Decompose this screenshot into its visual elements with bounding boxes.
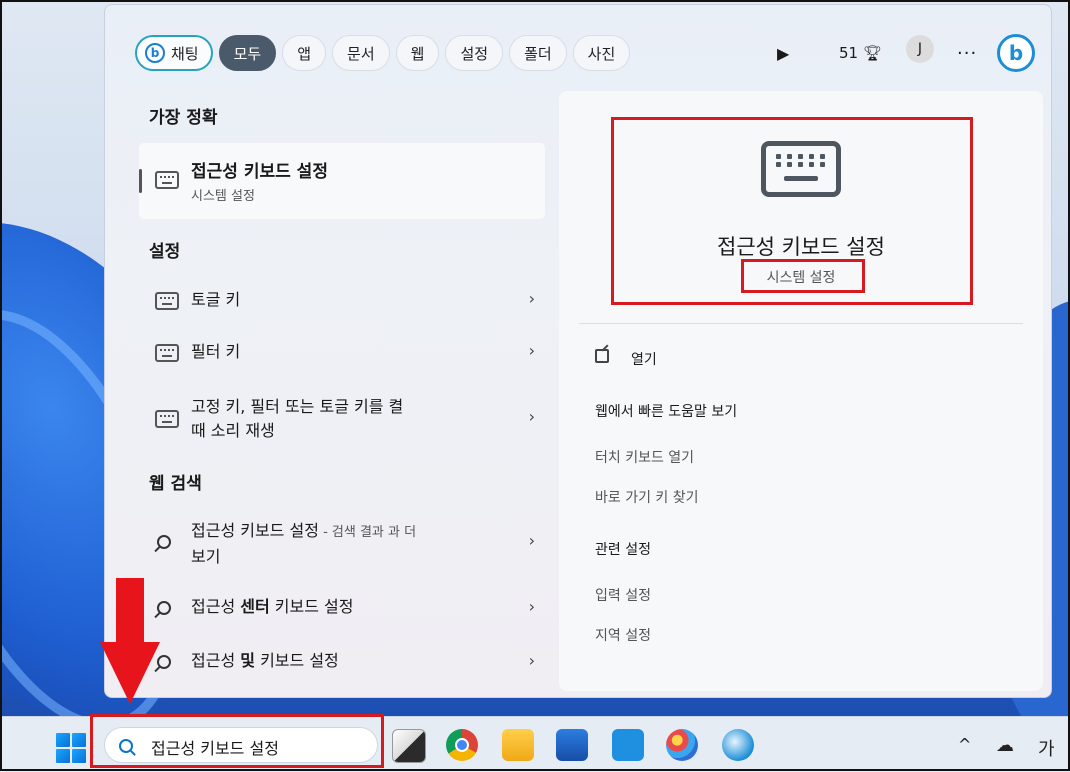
red-arrow-head — [100, 642, 160, 704]
start-button[interactable] — [56, 733, 86, 763]
web-result-post: 키보드 설정 — [269, 597, 354, 616]
chevron-right-icon: › — [528, 341, 535, 360]
more-filters-play-icon[interactable]: ▶ — [777, 35, 789, 71]
bing-icon[interactable]: b — [997, 34, 1035, 72]
keyboard-icon — [155, 292, 179, 310]
web-result-3[interactable]: 접근성 및 키보드 설정 › — [135, 647, 545, 677]
settings-heading: 설정 — [149, 242, 181, 262]
keyboard-icon — [155, 171, 179, 189]
trophy-icon: 🏆︎ — [863, 44, 883, 62]
web-help-action[interactable]: 웹에서 빠른 도움말 보기 — [595, 401, 737, 421]
settings-item-filter-keys[interactable]: 필터 키 › — [135, 339, 545, 367]
best-match-title: 접근성 키보드 설정 — [191, 162, 328, 182]
detail-title: 접근성 키보드 설정 — [717, 235, 885, 259]
filter-web[interactable]: 웹 — [395, 35, 440, 71]
more-options-button[interactable]: ··· — [957, 35, 977, 71]
chevron-right-icon: › — [528, 597, 535, 616]
web-result-post: 키보드 설정 — [254, 651, 339, 670]
settings-item-sticky-keys-sound[interactable]: 고정 키, 필터 또는 토글 키를 켤 때 소리 재생 › — [135, 393, 545, 445]
store-icon[interactable] — [556, 729, 588, 761]
points-value: 51 — [839, 44, 859, 62]
web-result-text: 접근성 키보드 설정 — [191, 521, 319, 540]
web-result-pre: 접근성 — [191, 597, 241, 616]
search-icon — [157, 535, 171, 549]
tray-chevron-up-icon[interactable]: ^ — [958, 735, 971, 754]
web-result-bold: 센터 — [240, 597, 270, 616]
onedrive-cloud-icon[interactable]: ☁ — [996, 735, 1014, 756]
settings-item-label: 토글 키 — [191, 290, 241, 309]
filter-folders[interactable]: 폴더 — [509, 35, 567, 71]
best-match-subtitle: 시스템 설정 — [191, 189, 255, 204]
divider — [579, 323, 1023, 324]
rewards-points[interactable]: 51 🏆︎ — [839, 35, 882, 71]
chevron-right-icon: › — [528, 651, 535, 670]
settings-item-toggle-keys[interactable]: 토글 키 › — [135, 287, 545, 315]
chat-filter-button[interactable]: b 채팅 — [135, 35, 213, 71]
paint-icon[interactable] — [666, 729, 698, 761]
app-icon[interactable] — [722, 729, 754, 761]
search-panel: b 채팅 모두 앱 문서 웹 설정 폴더 사진 ▶ 51 🏆︎ J ··· b … — [104, 4, 1052, 698]
web-result-bold: 및 — [240, 651, 255, 670]
web-result-suffix: - 검색 결과 과 더 — [318, 525, 417, 540]
ime-indicator[interactable]: 가 — [1038, 735, 1055, 761]
best-match-item[interactable]: 접근성 키보드 설정 시스템 설정 — [139, 143, 545, 219]
chrome-icon[interactable] — [446, 729, 478, 761]
filter-documents[interactable]: 문서 — [332, 35, 390, 71]
red-arrow-icon — [116, 578, 144, 648]
settings-item-label: 필터 키 — [191, 342, 241, 361]
touch-keyboard-action[interactable]: 터치 키보드 열기 — [595, 447, 694, 467]
filter-all[interactable]: 모두 — [218, 35, 277, 71]
keyboard-icon — [155, 410, 179, 428]
web-result-line2: 보기 — [191, 547, 221, 566]
settings-item-label-line1: 고정 키, 필터 또는 토글 키를 켤 — [191, 397, 404, 416]
open-external-icon — [595, 349, 609, 363]
shortcut-keys-action[interactable]: 바로 가기 키 찾기 — [595, 487, 699, 507]
search-filters: b 채팅 모두 앱 문서 웹 설정 폴더 사진 — [135, 33, 631, 73]
related-settings-heading: 관련 설정 — [595, 542, 651, 558]
web-result-pre: 접근성 — [191, 651, 241, 670]
settings-item-label-line2: 때 소리 재생 — [191, 421, 275, 440]
chevron-right-icon: › — [528, 407, 535, 426]
chevron-right-icon: › — [528, 531, 535, 550]
file-explorer-icon[interactable] — [502, 729, 534, 761]
related-input-settings[interactable]: 입력 설정 — [595, 585, 651, 605]
web-result-1[interactable]: 접근성 키보드 설정 - 검색 결과 과 더 보기 › — [135, 515, 545, 567]
highlight-box-taskbar-search — [90, 714, 384, 768]
task-view-icon[interactable] — [392, 729, 426, 763]
open-action[interactable]: 열기 — [631, 349, 657, 369]
notepad-icon[interactable] — [612, 729, 644, 761]
filter-settings[interactable]: 설정 — [445, 35, 504, 71]
result-detail-pane: 접근성 키보드 설정 시스템 설정 열기 웹에서 빠른 도움말 보기 터치 키보… — [559, 91, 1043, 691]
account-avatar[interactable]: J — [906, 35, 934, 63]
related-region-settings[interactable]: 지역 설정 — [595, 625, 651, 645]
chevron-right-icon: › — [528, 289, 535, 308]
keyboard-icon — [155, 344, 179, 362]
web-search-heading: 웹 검색 — [149, 474, 202, 494]
filter-photos[interactable]: 사진 — [572, 35, 631, 71]
best-match-heading: 가장 정확 — [149, 108, 218, 128]
search-icon — [157, 601, 171, 615]
bing-chat-icon: b — [145, 43, 165, 63]
web-result-2[interactable]: 접근성 센터 키보드 설정 › — [135, 593, 545, 623]
detail-subtitle: 시스템 설정 — [766, 270, 836, 286]
selection-indicator — [139, 169, 142, 193]
keyboard-large-icon — [761, 141, 841, 197]
chat-label: 채팅 — [171, 44, 199, 63]
filter-apps[interactable]: 앱 — [282, 35, 327, 71]
